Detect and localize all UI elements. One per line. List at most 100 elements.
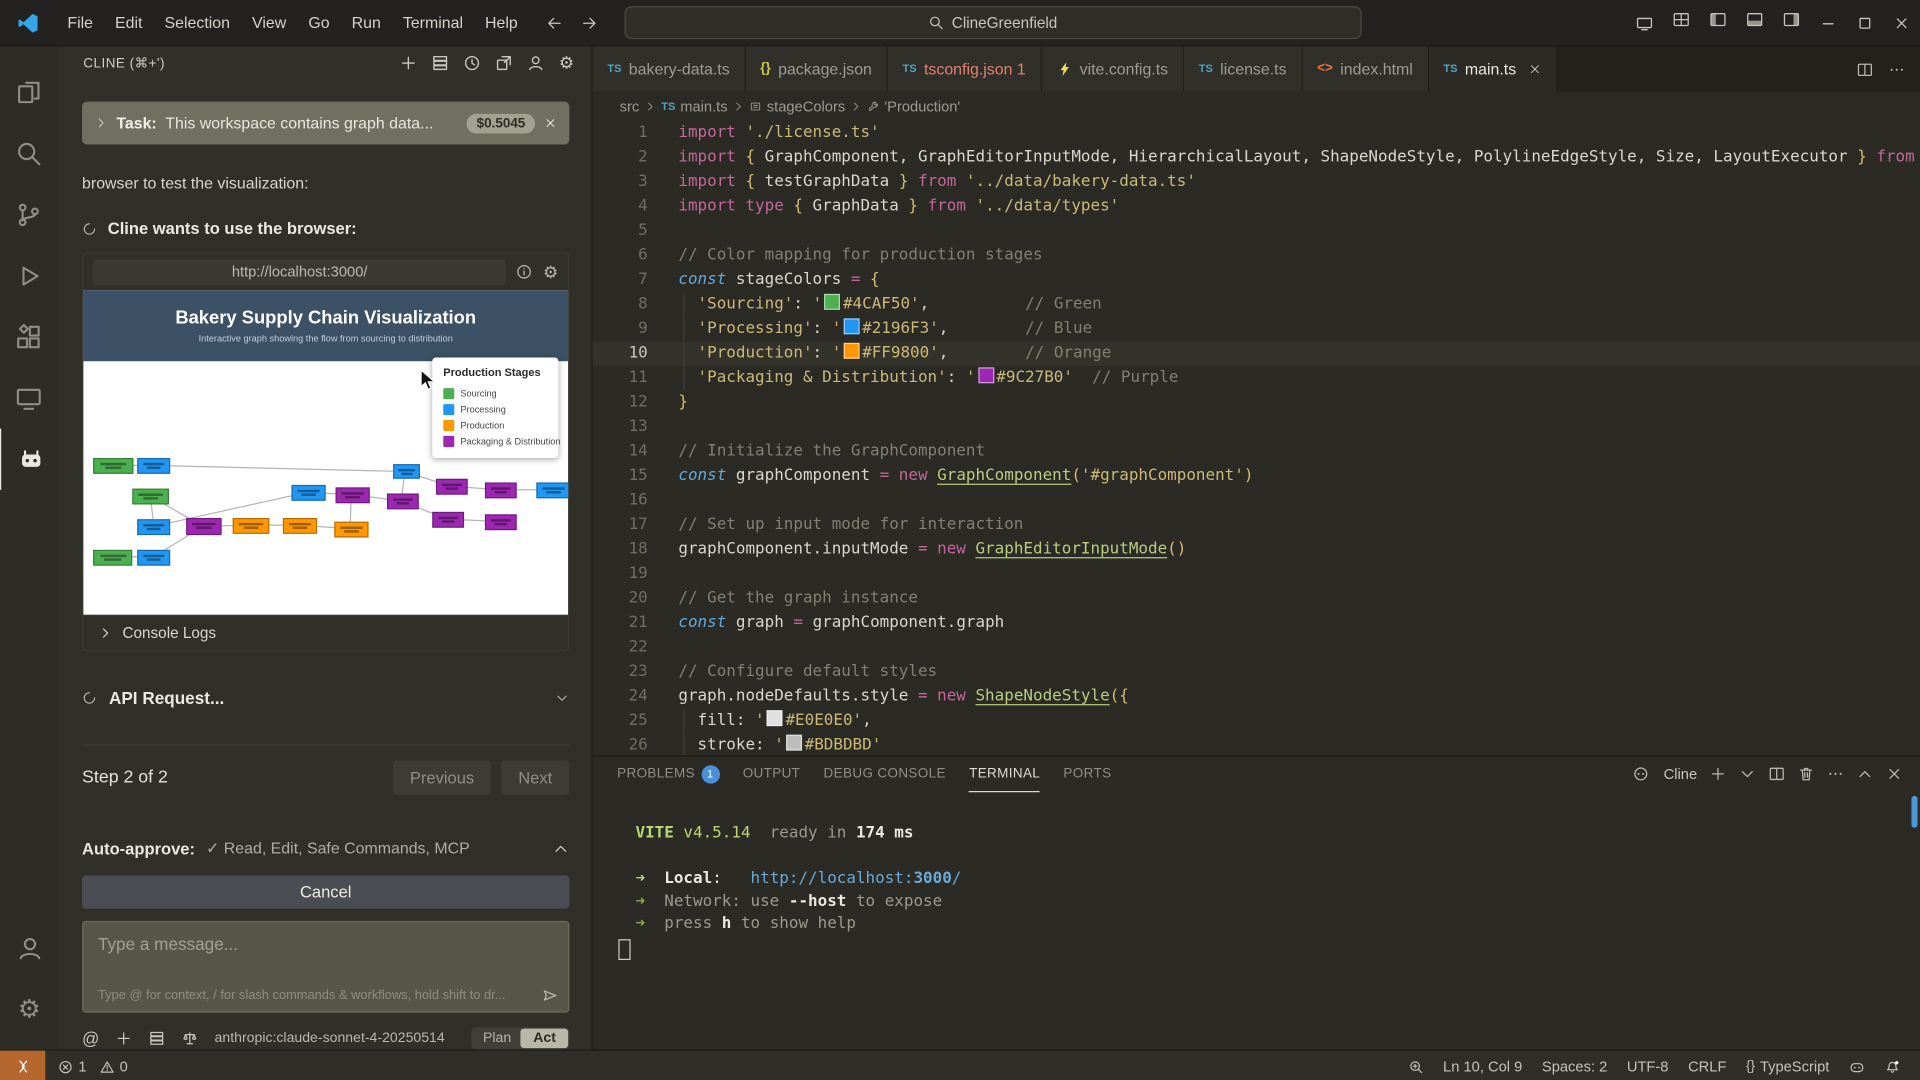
history-icon[interactable] bbox=[463, 53, 481, 71]
statusbar-problems[interactable]: 1 bbox=[58, 1058, 87, 1075]
info-icon[interactable] bbox=[516, 263, 533, 280]
graph-node[interactable] bbox=[137, 458, 170, 474]
activitybar-item-account[interactable] bbox=[0, 917, 59, 978]
tab-license.ts[interactable]: TSlicense.ts bbox=[1184, 47, 1302, 92]
chev-d-icon[interactable] bbox=[1739, 765, 1756, 782]
account-icon[interactable] bbox=[527, 53, 545, 71]
menu-run[interactable]: Run bbox=[341, 13, 392, 31]
model-id[interactable]: anthropic:claude-sonnet-4-20250514 bbox=[215, 1031, 445, 1046]
plan-act-toggle[interactable]: Plan Act bbox=[472, 1027, 569, 1049]
panel-right-icon[interactable] bbox=[1783, 11, 1800, 28]
server-icon[interactable] bbox=[148, 1030, 165, 1047]
panel-tab-debug-console[interactable]: DEBUG CONSOLE bbox=[824, 757, 946, 791]
graph-node[interactable] bbox=[93, 550, 132, 566]
settings-icon[interactable]: ⚙ bbox=[559, 53, 574, 71]
plus-icon[interactable] bbox=[115, 1030, 132, 1047]
graph-node[interactable] bbox=[387, 493, 419, 509]
remote-indicator[interactable] bbox=[0, 1051, 45, 1080]
previous-button[interactable]: Previous bbox=[393, 760, 492, 794]
minimize-icon[interactable] bbox=[1810, 14, 1847, 31]
graph-node[interactable] bbox=[137, 550, 170, 566]
graph-node[interactable] bbox=[432, 512, 464, 528]
graph-node[interactable] bbox=[336, 487, 370, 503]
back-arrow-icon[interactable] bbox=[546, 14, 563, 31]
activitybar-item-cline-robot[interactable] bbox=[0, 429, 60, 490]
statusbar-crlf[interactable]: CRLF bbox=[1688, 1058, 1726, 1075]
panel-left-icon[interactable] bbox=[1709, 11, 1726, 28]
tab-close-icon[interactable] bbox=[1528, 62, 1541, 75]
graph-node[interactable] bbox=[485, 514, 517, 530]
activitybar-item-explorer[interactable] bbox=[0, 61, 58, 122]
menu-view[interactable]: View bbox=[241, 13, 297, 31]
activitybar-item-remote-explorer[interactable] bbox=[0, 367, 58, 428]
panel-tab-terminal[interactable]: TERMINAL bbox=[969, 757, 1040, 793]
cancel-button[interactable]: Cancel bbox=[82, 876, 569, 909]
breadcrumb-item[interactable]: src bbox=[620, 98, 640, 115]
menu-selection[interactable]: Selection bbox=[154, 13, 242, 31]
graph-node[interactable] bbox=[233, 518, 270, 534]
graph-node[interactable] bbox=[393, 464, 420, 479]
console-logs-toggle[interactable]: Console Logs bbox=[83, 615, 568, 651]
activitybar-item-search-side[interactable] bbox=[0, 122, 58, 183]
open-editor-icon[interactable] bbox=[495, 53, 513, 71]
panel-bottom-icon[interactable] bbox=[1746, 11, 1763, 28]
code-editor[interactable]: 1import './license.ts'2import { GraphCom… bbox=[593, 121, 1920, 755]
tab-main.ts[interactable]: TSmain.ts bbox=[1429, 47, 1558, 92]
browser-settings-gear-icon[interactable]: ⚙ bbox=[543, 263, 558, 280]
terminal-profile-label[interactable]: Cline bbox=[1664, 765, 1698, 782]
terminal-scrollbar[interactable] bbox=[1911, 796, 1917, 828]
graph-node[interactable] bbox=[186, 518, 222, 535]
graph-node[interactable] bbox=[137, 519, 170, 535]
graph-node[interactable] bbox=[283, 518, 317, 534]
menu-go[interactable]: Go bbox=[297, 13, 340, 31]
breadcrumb-item[interactable]: stageColors bbox=[750, 98, 846, 115]
breadcrumb-item[interactable]: 'Production' bbox=[867, 98, 960, 115]
panel-tab-output[interactable]: OUTPUT bbox=[743, 757, 801, 791]
remote-window-icon[interactable] bbox=[1636, 14, 1653, 31]
activitybar-item-settings[interactable]: ⚙ bbox=[0, 978, 59, 1039]
graph-node[interactable] bbox=[93, 458, 133, 474]
tab-tsconfig.json[interactable]: TStsconfig.json 1 bbox=[888, 47, 1042, 92]
statusbar-spaces-2[interactable]: Spaces: 2 bbox=[1542, 1058, 1607, 1075]
message-composer[interactable]: Type a message... Type @ for context, / … bbox=[82, 921, 569, 1013]
close-icon[interactable] bbox=[1883, 14, 1920, 31]
graph-node[interactable] bbox=[334, 522, 368, 538]
split-icon[interactable] bbox=[1768, 765, 1785, 782]
graph-node[interactable] bbox=[485, 482, 517, 498]
statusbar-utf-8[interactable]: UTF-8 bbox=[1627, 1058, 1669, 1075]
send-icon[interactable] bbox=[541, 987, 558, 1004]
scales-icon[interactable] bbox=[181, 1030, 198, 1047]
breadcrumb-item[interactable]: TSmain.ts bbox=[661, 98, 727, 115]
api-request-chevron-icon[interactable] bbox=[555, 691, 570, 706]
activitybar-item-source-control[interactable] bbox=[0, 184, 58, 245]
menu-terminal[interactable]: Terminal bbox=[392, 13, 474, 31]
plan-mode-option[interactable]: Plan bbox=[473, 1029, 521, 1049]
auto-approve-row[interactable]: Auto-approve: ✓ Read, Edit, Safe Command… bbox=[82, 839, 569, 859]
trash-icon[interactable] bbox=[1798, 765, 1815, 782]
auto-approve-chevron-icon[interactable] bbox=[552, 840, 569, 857]
tab-vite.config.ts[interactable]: vite.config.ts bbox=[1042, 47, 1184, 92]
graph-node[interactable] bbox=[291, 485, 325, 501]
server-icon[interactable] bbox=[432, 53, 450, 71]
menu-edit[interactable]: Edit bbox=[104, 13, 153, 31]
ellipsis-icon[interactable] bbox=[1888, 61, 1905, 78]
task-close-icon[interactable] bbox=[544, 116, 557, 129]
statusbar-problems[interactable]: 0 bbox=[99, 1058, 128, 1075]
menu-help[interactable]: Help bbox=[474, 13, 529, 31]
next-button[interactable]: Next bbox=[501, 760, 569, 794]
command-center-search[interactable]: ClineGreenfield bbox=[624, 6, 1361, 39]
maximize-icon[interactable] bbox=[1847, 14, 1884, 31]
tab-index.html[interactable]: <>index.html bbox=[1302, 47, 1428, 92]
plus-icon[interactable] bbox=[400, 53, 418, 71]
panel-tab-problems[interactable]: PROBLEMS1 bbox=[617, 757, 719, 791]
tab-bakery-data.ts[interactable]: TSbakery-data.ts bbox=[593, 47, 746, 92]
plus-icon[interactable] bbox=[1709, 765, 1726, 782]
task-banner[interactable]: Task: This workspace contains graph data… bbox=[82, 102, 569, 145]
activitybar-item-extensions[interactable] bbox=[0, 306, 58, 367]
statusbar-bell[interactable] bbox=[1884, 1059, 1900, 1075]
forward-arrow-icon[interactable] bbox=[580, 14, 597, 31]
act-mode-option[interactable]: Act bbox=[521, 1029, 568, 1049]
at-icon[interactable]: @ bbox=[82, 1030, 99, 1047]
statusbar-copilot[interactable] bbox=[1849, 1059, 1865, 1075]
terminal-output[interactable]: VITE v4.5.14 ready in 174 ms ➜ Local: ht… bbox=[593, 791, 1920, 1049]
